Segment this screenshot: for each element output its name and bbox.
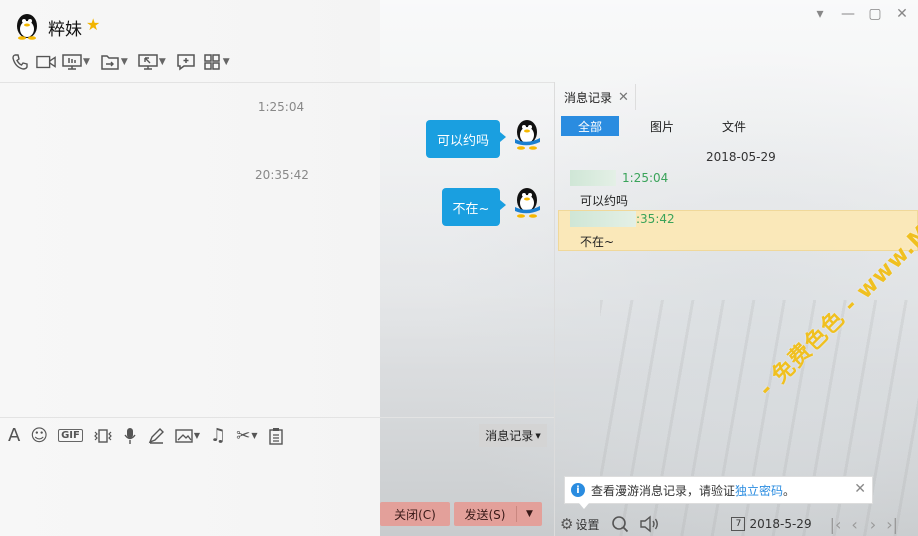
filter-files[interactable]: 文件 — [705, 116, 763, 136]
calendar-icon: 7 — [731, 517, 746, 531]
chat-header: 粹妹 ★ ▾ — ▢ ✕ ▼ ▼ ▼ ▼ — [0, 0, 918, 82]
history-message[interactable]: 可以约吗 — [580, 192, 628, 209]
tab-message-history[interactable]: 消息记录 ✕ — [558, 84, 636, 110]
search-icon — [612, 516, 629, 533]
message-history-button[interactable]: 消息记录 ▼ — [479, 424, 547, 447]
filter-images[interactable]: 图片 — [633, 116, 691, 136]
history-filters: 全部 图片 文件 — [561, 116, 763, 136]
chevron-down-icon[interactable]: ▼ — [251, 431, 257, 440]
audio-button[interactable] — [639, 515, 661, 533]
password-link[interactable]: 独立密码 — [735, 482, 783, 499]
screen-share-icon — [62, 52, 82, 72]
emoji-icon[interactable]: ☺ — [30, 426, 48, 446]
phone-icon — [10, 52, 30, 72]
my-avatar[interactable] — [512, 118, 542, 150]
remote-desktop-button[interactable]: ▼ — [138, 52, 170, 72]
top-toolbar: ▼ ▼ ▼ ▼ — [10, 52, 234, 72]
contact-name[interactable]: 粹妹 — [48, 15, 82, 40]
bottom-date: 2018-5-29 — [749, 517, 812, 531]
add-chat-icon — [176, 52, 196, 72]
clipboard-icon[interactable] — [268, 427, 284, 445]
screen-share-button[interactable]: ▼ — [62, 52, 94, 72]
remote-desktop-icon — [138, 52, 158, 72]
file-transfer-button[interactable]: ▼ — [100, 52, 132, 72]
minimize-icon[interactable]: ▾ — [810, 6, 830, 22]
chevron-down-icon[interactable]: ▼ — [159, 57, 166, 67]
video-button[interactable] — [36, 52, 56, 72]
tab-label: 消息记录 — [564, 90, 613, 105]
phone-button[interactable] — [10, 52, 30, 72]
sender-name-blurred — [570, 170, 616, 186]
chevron-down-icon[interactable]: ▼ — [83, 57, 90, 67]
history-bottom-bar: ⚙ 设置 7 2018-5-29 |‹ ‹ › ›| — [558, 514, 918, 534]
add-chat-button[interactable] — [176, 52, 196, 72]
restore-icon[interactable]: — — [838, 6, 858, 22]
input-toolbar: A ☺ GIF ▼ ♫ ✂ ▼ — [8, 425, 284, 446]
settings-button[interactable]: ⚙ 设置 — [560, 515, 599, 533]
history-message[interactable]: 不在~ — [580, 233, 614, 250]
microphone-icon[interactable] — [123, 427, 137, 445]
notice-text: 查看漫游消息记录，请验证 — [591, 483, 736, 498]
history-time: 1:25:04 — [622, 171, 669, 185]
history-time: :35:42 — [636, 212, 675, 226]
file-transfer-icon — [100, 52, 120, 72]
music-icon[interactable]: ♫ — [210, 425, 226, 446]
send-label: 发送(S) — [464, 507, 506, 522]
info-icon: i — [571, 483, 585, 497]
maximize-icon[interactable]: ▢ — [865, 6, 885, 22]
apps-button[interactable]: ▼ — [202, 52, 234, 72]
close-icon[interactable]: ✕ — [618, 90, 629, 105]
contact-avatar[interactable] — [13, 12, 41, 40]
last-page-icon[interactable]: ›| — [886, 515, 898, 534]
apps-icon — [202, 52, 222, 72]
pen-icon[interactable] — [147, 427, 165, 445]
message-bubble[interactable]: 不在~ — [442, 188, 506, 226]
chevron-down-icon[interactable]: ▼ — [121, 57, 128, 67]
filter-all[interactable]: 全部 — [561, 116, 619, 136]
close-button[interactable]: 关闭(C) — [380, 502, 450, 526]
settings-label: 设置 — [575, 517, 600, 532]
search-button[interactable] — [611, 515, 629, 533]
header-divider — [0, 82, 554, 83]
send-button[interactable]: 发送(S) ▼ — [454, 502, 542, 526]
prev-page-icon[interactable]: ‹ — [851, 515, 857, 534]
chevron-down-icon: ▼ — [535, 431, 541, 440]
roaming-notice: i 查看漫游消息记录，请验证 独立密码。 ✕ — [564, 476, 873, 509]
image-icon[interactable]: ▼ — [175, 428, 200, 444]
message-timestamp: 1:25:04 — [257, 100, 305, 114]
message-history-label: 消息记录 — [485, 429, 534, 443]
message-bubble[interactable]: 可以约吗 — [426, 120, 506, 158]
close-icon[interactable]: ✕ — [892, 6, 912, 22]
close-icon[interactable]: ✕ — [854, 481, 866, 497]
my-avatar[interactable] — [512, 186, 542, 218]
shake-icon[interactable] — [93, 428, 113, 444]
chevron-down-icon[interactable]: ▼ — [223, 57, 230, 67]
message-timestamp: 20:35:42 — [255, 168, 309, 182]
gear-icon: ⚙ — [560, 515, 574, 533]
sender-name-blurred — [570, 211, 636, 227]
chevron-down-icon[interactable]: ▼ — [517, 509, 542, 519]
scissors-icon[interactable]: ✂ ▼ — [236, 426, 257, 446]
first-page-icon[interactable]: |‹ — [830, 515, 842, 534]
gif-icon[interactable]: GIF — [58, 429, 83, 442]
video-icon — [36, 52, 56, 72]
next-page-icon[interactable]: › — [870, 515, 876, 534]
chevron-down-icon[interactable]: ▼ — [194, 431, 200, 440]
history-date: 2018-05-29 — [706, 150, 776, 164]
input-divider — [0, 417, 554, 418]
calendar-button[interactable]: 7 2018-5-29 — [731, 517, 812, 531]
speaker-icon — [640, 515, 659, 533]
font-icon[interactable]: A — [8, 425, 20, 446]
star-icon: ★ — [86, 15, 101, 34]
panel-divider — [554, 82, 555, 536]
notice-end: 。 — [783, 483, 796, 498]
